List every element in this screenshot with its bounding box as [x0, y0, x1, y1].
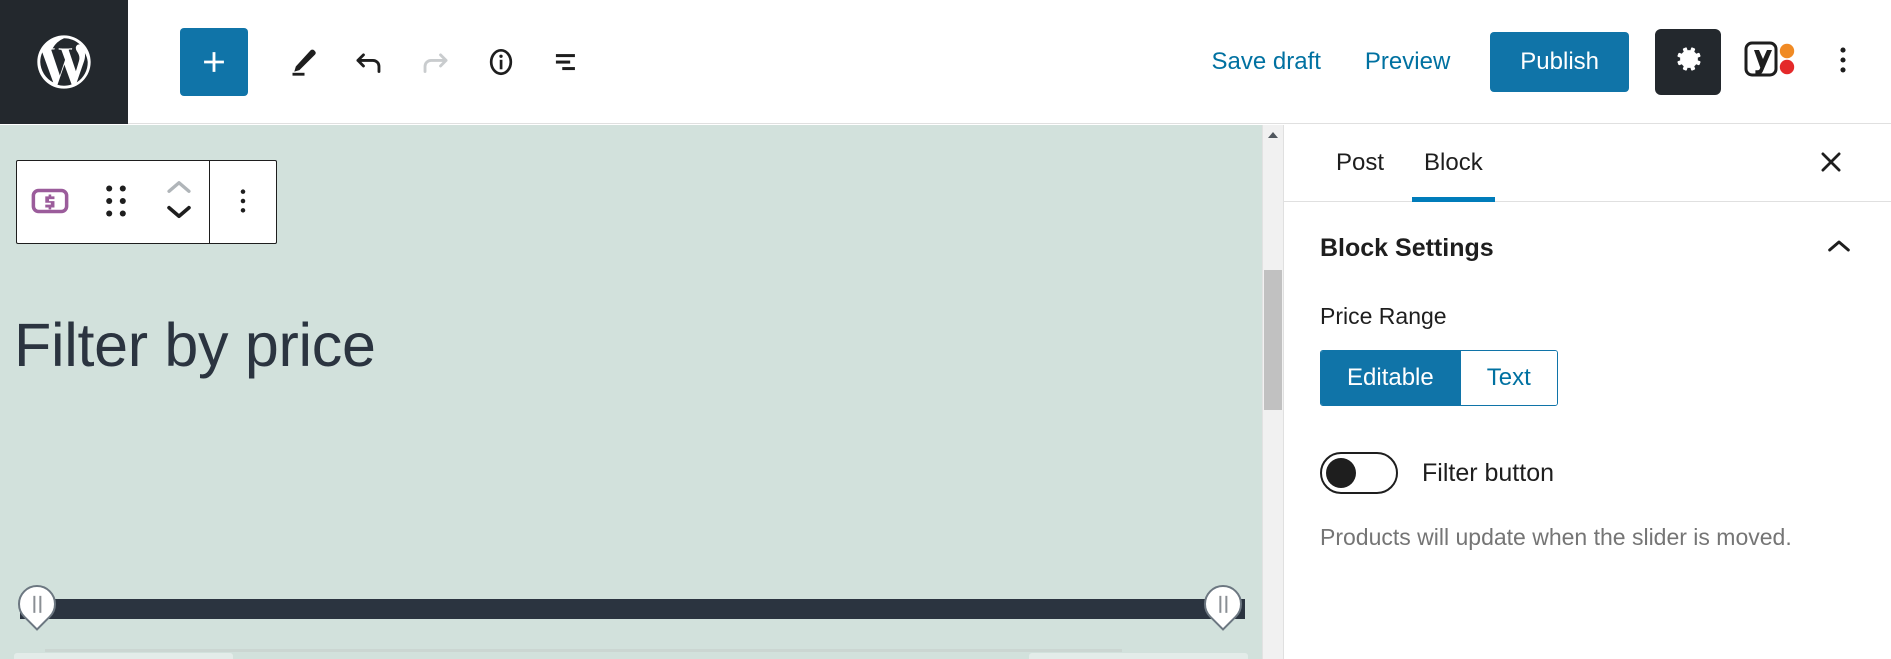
tab-block[interactable]: Block — [1404, 125, 1503, 202]
close-sidebar-button[interactable] — [1807, 139, 1855, 187]
sidebar-tabs: Post Block — [1284, 125, 1891, 202]
close-icon — [1816, 147, 1846, 180]
block-toolbar-options-group — [210, 161, 276, 243]
editor-canvas[interactable]: Filter by price $0.00 $90.00 — [0, 125, 1262, 659]
price-range-segmented-control: Editable Text — [1320, 350, 1558, 406]
price-range-option-editable[interactable]: Editable — [1321, 351, 1460, 405]
panel-title: Block Settings — [1320, 234, 1494, 262]
details-button[interactable] — [468, 29, 534, 95]
price-filter-dollar-icon — [29, 180, 71, 225]
kebab-menu-icon — [1838, 43, 1848, 80]
slider-handle-max[interactable] — [1196, 577, 1250, 631]
top-bar-actions: Save draft Preview Publish — [1190, 0, 1891, 123]
publish-button[interactable]: Publish — [1490, 31, 1629, 92]
drag-handle-dots-icon — [104, 184, 128, 221]
slider-handle-min[interactable] — [10, 577, 64, 631]
price-range-slider[interactable] — [10, 577, 1250, 631]
info-circle-icon — [482, 43, 520, 81]
chevron-up-icon[interactable] — [1823, 236, 1855, 261]
yoast-seo-icon — [1742, 37, 1798, 86]
redo-button[interactable] — [402, 29, 468, 95]
block-settings-panel-body: Price Range Editable Text Filter button … — [1284, 291, 1891, 551]
settings-button[interactable] — [1655, 28, 1721, 95]
yoast-seo-button[interactable] — [1739, 31, 1801, 93]
chevron-down-icon[interactable] — [162, 202, 196, 227]
pencil-icon — [285, 44, 321, 80]
plus-icon — [197, 45, 231, 79]
canvas-divider — [45, 649, 1122, 652]
kebab-menu-icon — [238, 185, 248, 220]
handle-grip-icon — [1219, 595, 1227, 613]
scroll-up-arrow-icon[interactable] — [1263, 125, 1283, 145]
filter-button-toggle[interactable] — [1320, 452, 1398, 494]
block-settings-panel-header[interactable]: Block Settings — [1284, 202, 1891, 291]
save-draft-button[interactable]: Save draft — [1190, 34, 1343, 90]
block-type-button[interactable] — [17, 161, 83, 243]
scrollbar-thumb[interactable] — [1264, 270, 1282, 410]
more-options-button[interactable] — [1815, 29, 1871, 95]
gear-icon — [1671, 42, 1705, 81]
undo-button[interactable] — [336, 29, 402, 95]
list-view-button[interactable] — [534, 29, 600, 95]
settings-sidebar: Post Block Block Settings Price Range Ed… — [1283, 125, 1891, 659]
filter-button-toggle-row: Filter button — [1320, 452, 1855, 494]
list-view-icon — [548, 43, 586, 81]
block-toolbar — [16, 160, 277, 244]
block-movers[interactable] — [149, 161, 209, 243]
toggle-knob — [1326, 458, 1356, 488]
undo-arrow-icon — [350, 43, 388, 81]
wordpress-logo-button[interactable] — [0, 0, 128, 124]
drag-handle-button[interactable] — [83, 161, 149, 243]
price-min-input[interactable]: $0.00 — [14, 653, 233, 659]
price-range-option-text[interactable]: Text — [1459, 351, 1557, 405]
block-options-button[interactable] — [210, 161, 276, 243]
block-heading[interactable]: Filter by price — [14, 310, 376, 380]
tab-post[interactable]: Post — [1316, 125, 1404, 202]
preview-button[interactable]: Preview — [1343, 34, 1472, 90]
slider-track[interactable] — [20, 599, 1245, 619]
filter-button-help-text: Products will update when the slider is … — [1320, 524, 1792, 550]
top-bar-spacer — [600, 0, 1190, 123]
price-inputs-row: $0.00 $90.00 — [14, 653, 1248, 659]
add-block-button[interactable] — [180, 27, 248, 96]
price-range-label: Price Range — [1320, 303, 1447, 329]
price-max-input[interactable]: $90.00 — [1029, 653, 1248, 659]
filter-button-label: Filter button — [1422, 458, 1555, 487]
block-toolbar-main-group — [17, 161, 209, 243]
redo-arrow-icon — [416, 43, 454, 81]
editor-top-bar: Save draft Preview Publish — [0, 0, 1891, 124]
wordpress-logo-icon — [32, 30, 96, 94]
chevron-up-icon[interactable] — [162, 177, 196, 202]
top-bar-tools — [128, 0, 600, 123]
canvas-scrollbar[interactable] — [1262, 125, 1283, 659]
handle-grip-icon — [33, 595, 41, 613]
tools-button[interactable] — [270, 29, 336, 95]
